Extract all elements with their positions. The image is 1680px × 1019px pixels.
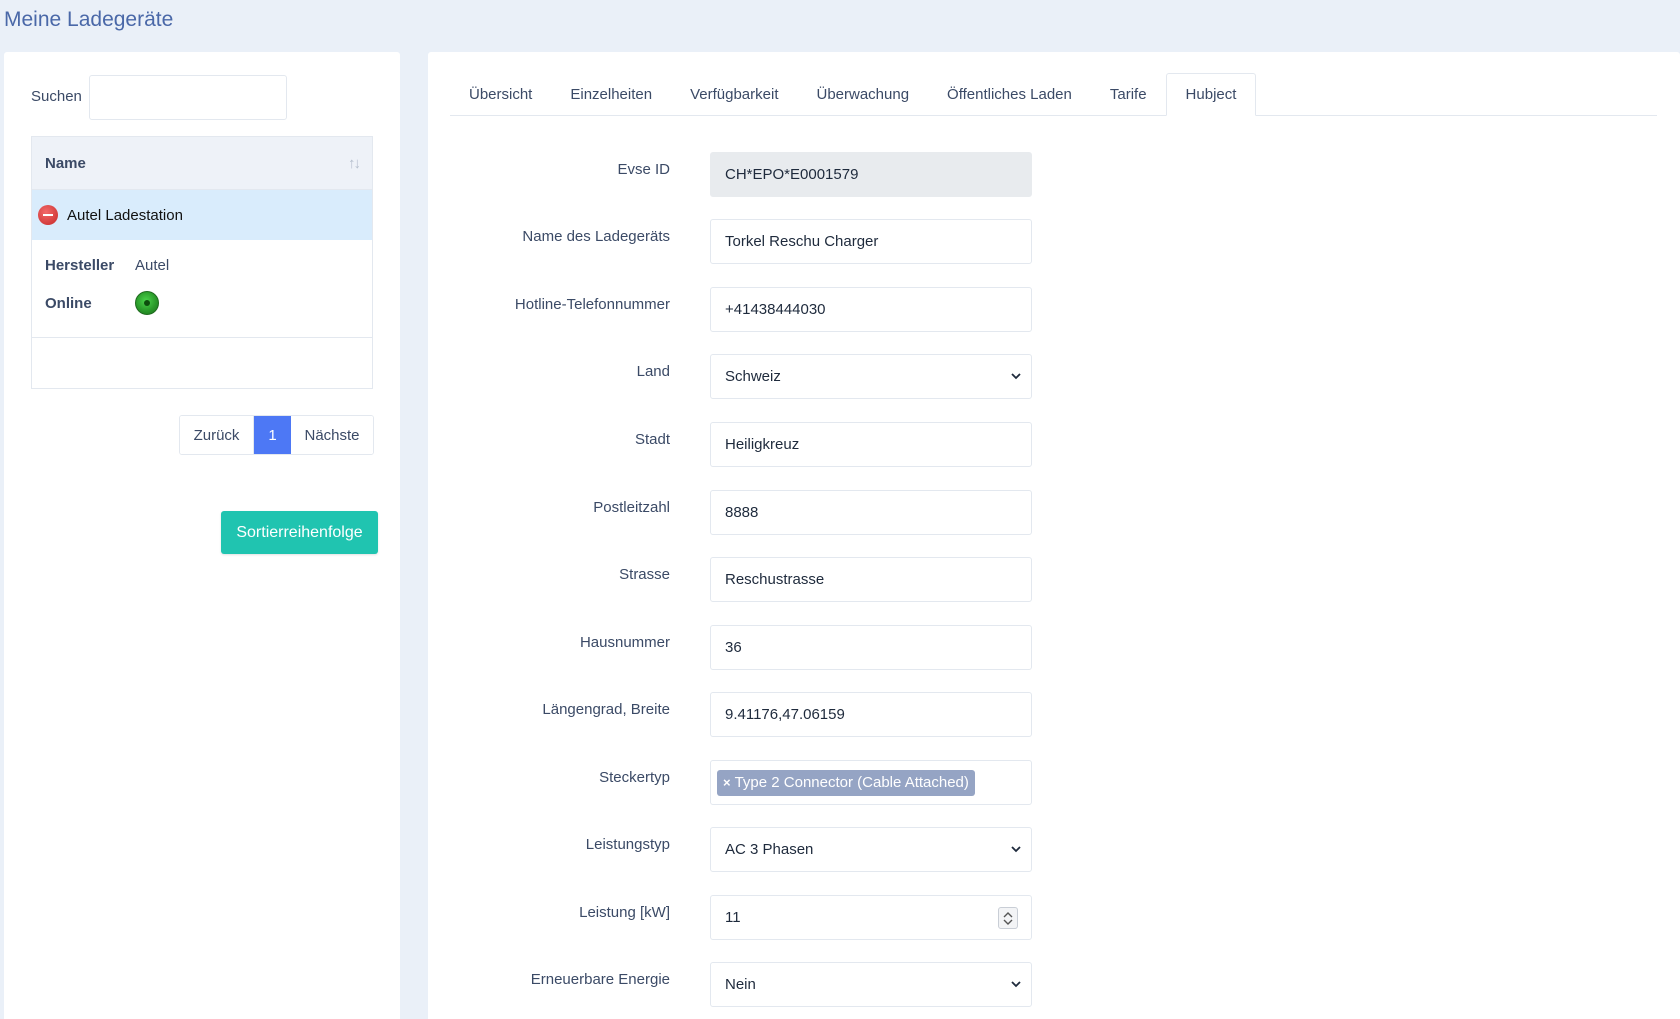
charger-name-field[interactable]: [710, 219, 1032, 264]
coordinates-input[interactable]: [725, 706, 1017, 723]
power-type-value: AC 3 Phasen: [725, 841, 814, 858]
postal-code-field[interactable]: [710, 490, 1032, 535]
charger-list-panel: Suchen Name ↑↓ Autel Ladestation Herstel…: [4, 52, 400, 1019]
plug-type-row: Steckertyp × Type 2 Connector (Cable Att…: [428, 760, 1680, 805]
hotline-label: Hotline-Telefonnummer: [514, 296, 670, 313]
power-type-row: Leistungstyp AC 3 Phasen: [428, 827, 1680, 872]
remove-chip-icon[interactable]: ×: [723, 775, 731, 790]
charger-table: Name ↑↓ Autel Ladestation Hersteller Aut…: [31, 136, 373, 389]
charger-name-label: Name des Ladegeräts: [522, 228, 670, 245]
search-input[interactable]: [89, 75, 287, 120]
search-label: Suchen: [31, 88, 82, 105]
row-details: Hersteller Autel Online: [32, 240, 372, 338]
table-row[interactable]: Autel Ladestation: [32, 190, 372, 240]
spinner-down-icon[interactable]: [1003, 919, 1013, 926]
charger-name-input[interactable]: [725, 233, 1017, 250]
online-label: Online: [45, 294, 92, 312]
tab-availability[interactable]: Verfügbarkeit: [671, 73, 797, 115]
street-input[interactable]: [725, 571, 1017, 588]
power-kw-input[interactable]: [725, 909, 1017, 926]
manufacturer-value: Autel: [135, 256, 170, 274]
power-type-select[interactable]: AC 3 Phasen: [710, 827, 1032, 872]
power-kw-field[interactable]: [710, 895, 1032, 940]
city-row: Stadt: [428, 422, 1680, 467]
tab-monitoring[interactable]: Überwachung: [797, 73, 928, 115]
coordinates-field[interactable]: [710, 692, 1032, 737]
hotline-field[interactable]: [710, 287, 1032, 332]
postal-code-row: Postleitzahl: [428, 490, 1680, 535]
page-title: Meine Ladegeräte: [4, 8, 174, 31]
renewable-row: Erneuerbare Energie Nein: [428, 962, 1680, 1007]
chevron-down-icon: [1011, 846, 1021, 853]
table-header: Name ↑↓: [32, 137, 372, 190]
plug-type-multiselect[interactable]: × Type 2 Connector (Cable Attached): [710, 760, 1032, 805]
renewable-label: Erneuerbare Energie: [530, 971, 670, 988]
plug-type-label: Steckertyp: [599, 769, 670, 786]
pagination: Zurück 1 Nächste: [179, 415, 374, 455]
postal-code-label: Postleitzahl: [593, 499, 670, 516]
charger-name-row: Name des Ladegeräts: [428, 219, 1680, 264]
house-number-field[interactable]: [710, 625, 1032, 670]
renewable-value: Nein: [725, 976, 756, 993]
plug-type-chip-label: Type 2 Connector (Cable Attached): [734, 774, 969, 791]
street-field[interactable]: [710, 557, 1032, 602]
tab-details[interactable]: Einzelheiten: [551, 73, 671, 115]
country-row: Land Schweiz: [428, 354, 1680, 399]
chevron-down-icon: [1011, 981, 1021, 988]
country-value: Schweiz: [725, 368, 781, 385]
tab-tariffs[interactable]: Tarife: [1091, 73, 1166, 115]
evse-id-row: Evse ID CH*EPO*E0001579: [428, 152, 1680, 197]
house-number-label: Hausnummer: [579, 634, 670, 651]
house-number-input[interactable]: [725, 639, 1017, 656]
hotline-row: Hotline-Telefonnummer: [428, 287, 1680, 332]
country-select[interactable]: Schweiz: [710, 354, 1032, 399]
chevron-down-icon: [1011, 373, 1021, 380]
error-status-icon: [38, 205, 58, 225]
power-type-label: Leistungstyp: [585, 836, 670, 853]
power-kw-row: Leistung [kW]: [428, 895, 1680, 940]
street-label: Strasse: [619, 566, 670, 583]
coordinates-label: Längengrad, Breite: [542, 701, 670, 718]
tab-bar: Übersicht Einzelheiten Verfügbarkeit Übe…: [450, 73, 1657, 116]
hotline-input[interactable]: [725, 301, 1017, 318]
next-page-button[interactable]: Nächste: [291, 416, 373, 454]
sort-order-button[interactable]: Sortierreihenfolge: [221, 511, 378, 554]
postal-code-input[interactable]: [725, 504, 1017, 521]
tab-overview[interactable]: Übersicht: [450, 73, 551, 115]
city-field[interactable]: [710, 422, 1032, 467]
number-spinner[interactable]: [998, 907, 1018, 929]
online-status-icon: [135, 291, 159, 315]
street-row: Strasse: [428, 557, 1680, 602]
manufacturer-label: Hersteller: [45, 256, 115, 274]
evse-id-label: Evse ID: [617, 161, 670, 178]
renewable-select[interactable]: Nein: [710, 962, 1032, 1007]
page-1-button[interactable]: 1: [254, 416, 291, 454]
charger-detail-panel: Übersicht Einzelheiten Verfügbarkeit Übe…: [428, 52, 1680, 1019]
house-number-row: Hausnummer: [428, 625, 1680, 670]
evse-id-field: CH*EPO*E0001579: [710, 152, 1032, 197]
tab-public-charging[interactable]: Öffentliches Laden: [928, 73, 1091, 115]
city-label: Stadt: [634, 431, 670, 448]
charger-name: Autel Ladestation: [67, 206, 183, 224]
country-label: Land: [636, 363, 670, 380]
coordinates-row: Längengrad, Breite: [428, 692, 1680, 737]
city-input[interactable]: [725, 436, 1017, 453]
power-kw-label: Leistung [kW]: [579, 904, 670, 921]
plug-type-chip: × Type 2 Connector (Cable Attached): [717, 769, 975, 796]
spinner-up-icon[interactable]: [1003, 911, 1013, 918]
tab-hubject[interactable]: Hubject: [1165, 73, 1257, 116]
column-header-name[interactable]: Name: [45, 155, 86, 172]
sort-icon[interactable]: ↑↓: [348, 155, 361, 172]
previous-page-button[interactable]: Zurück: [180, 416, 254, 454]
